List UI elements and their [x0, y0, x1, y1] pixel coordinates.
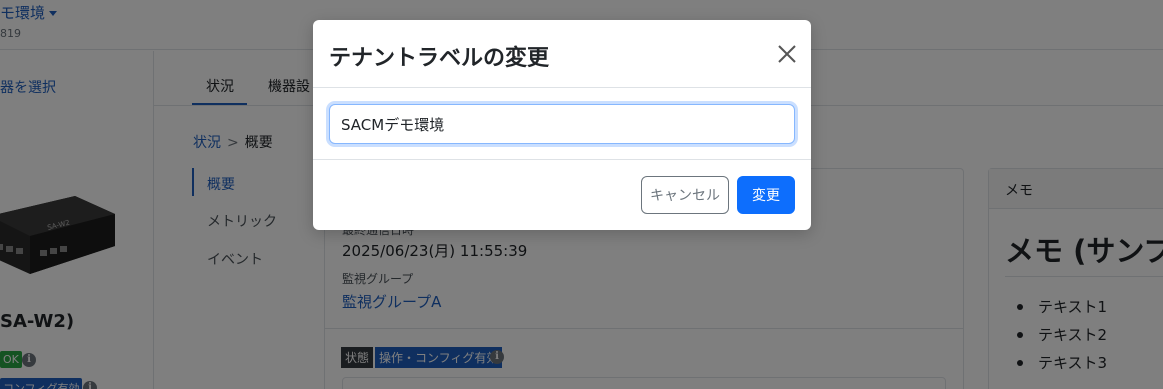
rename-tenant-dialog: テナントラベルの変更 キャンセル 変更	[313, 20, 811, 230]
change-button[interactable]: 変更	[737, 176, 795, 214]
tenant-label-input[interactable]	[329, 104, 795, 144]
dialog-footer: キャンセル 変更	[313, 159, 811, 230]
cancel-button[interactable]: キャンセル	[641, 176, 729, 214]
close-icon[interactable]	[774, 41, 800, 67]
dialog-header: テナントラベルの変更	[313, 20, 811, 88]
dialog-title: テナントラベルの変更	[329, 46, 550, 71]
dialog-body	[313, 89, 811, 159]
